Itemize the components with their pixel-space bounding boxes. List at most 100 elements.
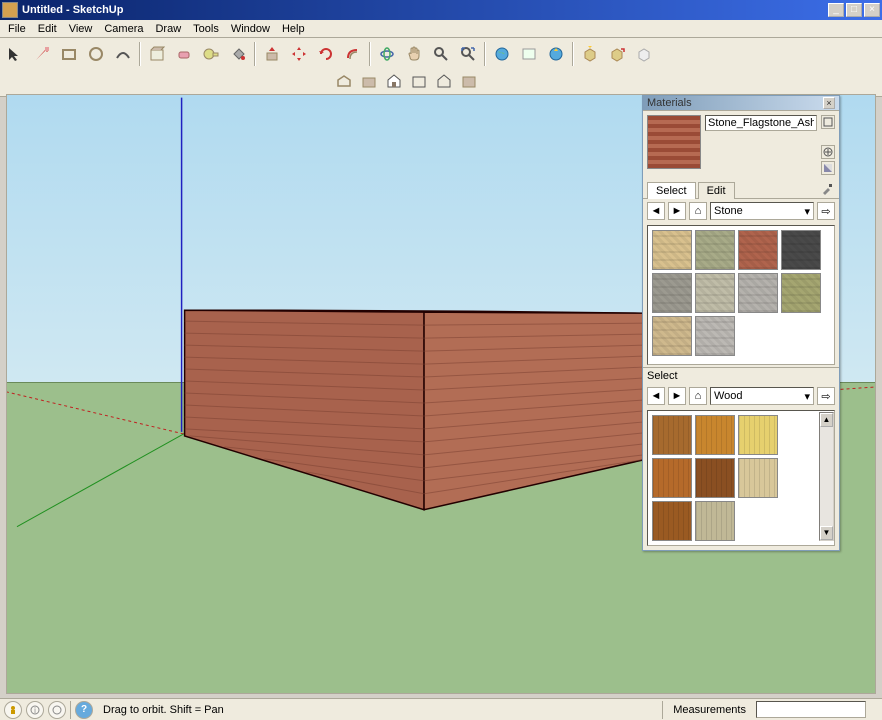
- nav-forward-button-2[interactable]: ►: [668, 387, 686, 405]
- toolbar-separator: [254, 42, 256, 66]
- eyedropper-icon[interactable]: [821, 183, 835, 197]
- rectangle-tool[interactable]: [56, 41, 82, 67]
- scroll-down-icon[interactable]: ▼: [820, 526, 833, 540]
- nav-forward-button[interactable]: ►: [668, 202, 686, 220]
- measurements-input[interactable]: [756, 701, 866, 718]
- toolbar-area: [0, 38, 882, 97]
- stone-cobble[interactable]: [652, 273, 692, 313]
- materials-panel[interactable]: Materials × Select Edit ◄ ► ⌂ Stone ▾ ⇨ …: [642, 95, 840, 551]
- nav-back-button[interactable]: ◄: [647, 202, 665, 220]
- wood-mahogany[interactable]: [652, 501, 692, 541]
- menu-draw[interactable]: Draw: [149, 21, 187, 37]
- get-models[interactable]: [577, 41, 603, 67]
- menu-view[interactable]: View: [63, 21, 99, 37]
- nav-home-button-2[interactable]: ⌂: [689, 387, 707, 405]
- library-dropdown-2[interactable]: Wood ▾: [710, 387, 814, 405]
- stone-swatch-grid: [647, 225, 835, 365]
- arrow-right-icon: ⇨: [821, 390, 830, 403]
- current-material-preview[interactable]: [647, 115, 701, 169]
- style-builder-3[interactable]: [382, 69, 406, 93]
- toolbar-separator: [572, 42, 574, 66]
- scroll-track[interactable]: [820, 427, 833, 526]
- library-dropdown[interactable]: Stone ▾: [710, 202, 814, 220]
- menu-edit[interactable]: Edit: [32, 21, 63, 37]
- details-button[interactable]: ⇨: [817, 202, 835, 220]
- tape-tool[interactable]: [198, 41, 224, 67]
- wood-walnut[interactable]: [695, 458, 735, 498]
- close-button[interactable]: ×: [864, 3, 880, 17]
- make-component[interactable]: [144, 41, 170, 67]
- menu-window[interactable]: Window: [225, 21, 276, 37]
- default-material-icon[interactable]: [821, 161, 835, 175]
- status-bar: i ? Drag to orbit. Shift = Pan Measureme…: [0, 698, 882, 720]
- style-builder-1[interactable]: [332, 69, 356, 93]
- toggle-terrain[interactable]: [516, 41, 542, 67]
- stone-beige[interactable]: [652, 316, 692, 356]
- display-secondary-pane-icon[interactable]: [821, 115, 835, 129]
- stone-tile[interactable]: [695, 273, 735, 313]
- title-bar: Untitled - SketchUp _ □ ×: [0, 0, 882, 20]
- instructor-icon[interactable]: [4, 701, 22, 719]
- geo-icon[interactable]: [48, 701, 66, 719]
- style-builder-6[interactable]: [457, 69, 481, 93]
- zoom-tool[interactable]: [428, 41, 454, 67]
- menu-tools[interactable]: Tools: [187, 21, 225, 37]
- offset-tool[interactable]: [340, 41, 366, 67]
- rotate-tool[interactable]: [313, 41, 339, 67]
- preview-matchphoto[interactable]: [543, 41, 569, 67]
- scroll-up-icon[interactable]: ▲: [820, 413, 833, 427]
- stone-moss[interactable]: [695, 230, 735, 270]
- arc-tool[interactable]: [110, 41, 136, 67]
- eraser-tool[interactable]: [171, 41, 197, 67]
- stone-sandstone[interactable]: [652, 230, 692, 270]
- info-icon[interactable]: i: [26, 701, 44, 719]
- wood-scrollbar[interactable]: ▲ ▼: [819, 412, 834, 541]
- pan-tool[interactable]: [401, 41, 427, 67]
- materials-panel-titlebar[interactable]: Materials ×: [643, 96, 839, 111]
- wood-oak[interactable]: [695, 415, 735, 455]
- wood-osb[interactable]: [695, 501, 735, 541]
- menu-camera[interactable]: Camera: [98, 21, 149, 37]
- nav-home-button[interactable]: ⌂: [689, 202, 707, 220]
- stone-pebble[interactable]: [781, 273, 821, 313]
- stone-flagstone[interactable]: [738, 230, 778, 270]
- close-icon[interactable]: ×: [823, 97, 835, 109]
- share-model[interactable]: [604, 41, 630, 67]
- pushpull-tool[interactable]: [259, 41, 285, 67]
- paint-bucket[interactable]: [225, 41, 251, 67]
- materials-panel-title: Materials: [647, 97, 692, 109]
- style-builder-2[interactable]: [357, 69, 381, 93]
- material-name-input[interactable]: [705, 115, 817, 131]
- zoom-extents[interactable]: [455, 41, 481, 67]
- create-material-icon[interactable]: [821, 145, 835, 159]
- wood-yellow[interactable]: [738, 415, 778, 455]
- stone-gray[interactable]: [695, 316, 735, 356]
- tab-edit[interactable]: Edit: [698, 182, 735, 199]
- chevron-left-icon: ◄: [651, 390, 662, 402]
- style-builder-5[interactable]: [432, 69, 456, 93]
- toolbar-separator: [139, 42, 141, 66]
- wood-pine[interactable]: [738, 458, 778, 498]
- toolbar-separator: [484, 42, 486, 66]
- maximize-button[interactable]: □: [846, 3, 862, 17]
- line-tool[interactable]: [29, 41, 55, 67]
- select-tool[interactable]: [2, 41, 28, 67]
- style-builder-4[interactable]: [407, 69, 431, 93]
- move-tool[interactable]: [286, 41, 312, 67]
- green-axis-neg: [17, 434, 184, 527]
- details-button-2[interactable]: ⇨: [817, 387, 835, 405]
- help-icon[interactable]: ?: [75, 701, 93, 719]
- stone-concrete[interactable]: [738, 273, 778, 313]
- nav-back-button-2[interactable]: ◄: [647, 387, 665, 405]
- wood-cherry[interactable]: [652, 415, 692, 455]
- menu-file[interactable]: File: [2, 21, 32, 37]
- share-component[interactable]: [631, 41, 657, 67]
- circle-tool[interactable]: [83, 41, 109, 67]
- add-location[interactable]: [489, 41, 515, 67]
- tab-select[interactable]: Select: [647, 182, 696, 199]
- menu-help[interactable]: Help: [276, 21, 311, 37]
- stone-dark[interactable]: [781, 230, 821, 270]
- orbit-tool[interactable]: [374, 41, 400, 67]
- wood-teak[interactable]: [652, 458, 692, 498]
- minimize-button[interactable]: _: [828, 3, 844, 17]
